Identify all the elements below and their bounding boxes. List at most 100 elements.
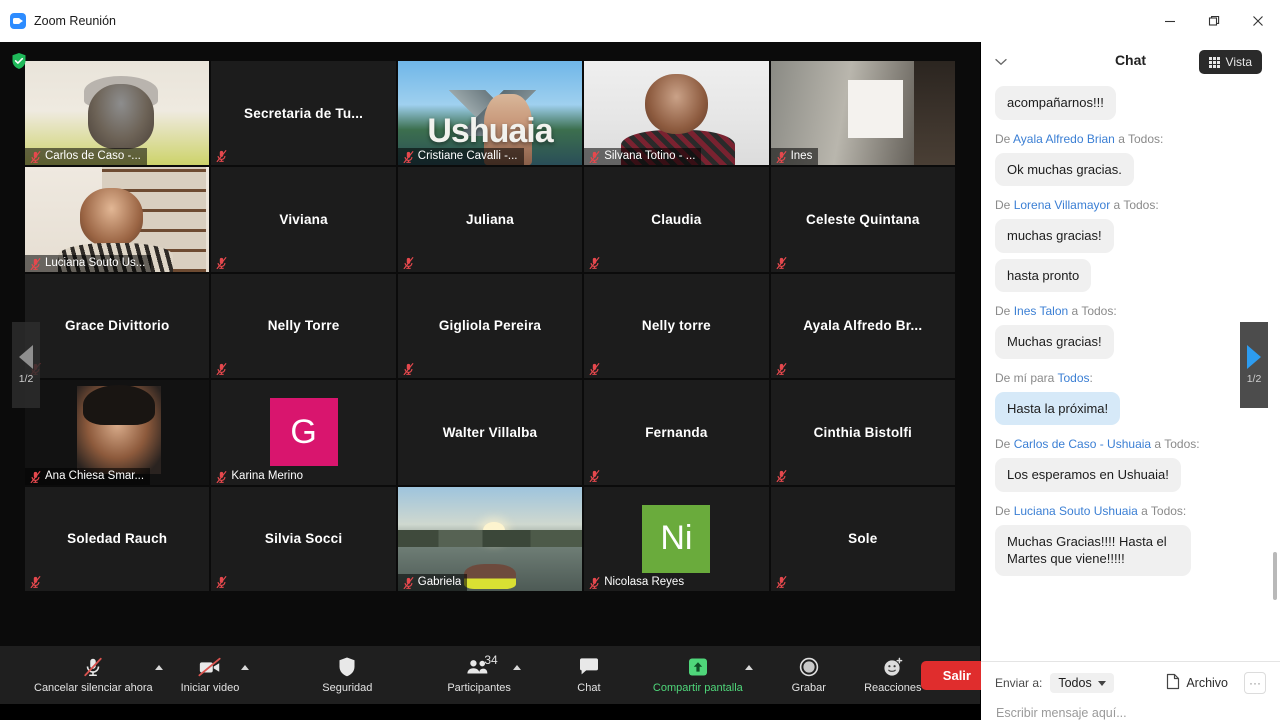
chevron-down-icon[interactable] — [995, 53, 1007, 71]
microphone-muted-icon — [403, 150, 414, 162]
participant-name: Nelly Torre — [262, 318, 346, 333]
microphone-muted-icon — [216, 149, 227, 161]
chat-messages[interactable]: acompañarnos!!!De Ayala Alfredo Brian a … — [981, 78, 1280, 661]
file-icon — [1166, 673, 1180, 693]
chat-message-bubble: Muchas Gracias!!!! Hasta el Martes que v… — [995, 525, 1191, 576]
participant-name: Silvana Totino - ... — [604, 150, 695, 162]
participant-name-bar: Karina Merino — [211, 468, 309, 485]
participant-tile[interactable]: Nelly Torre — [211, 274, 395, 378]
participant-tile[interactable]: Gabriela — [398, 487, 582, 591]
chat-button[interactable]: Chat — [561, 646, 617, 704]
ellipsis-icon[interactable]: ··· — [1244, 672, 1266, 694]
security-button[interactable]: Seguridad — [319, 646, 375, 704]
participants-button[interactable]: 34 Participantes — [447, 646, 511, 704]
speech-bubble-icon — [578, 656, 600, 678]
participant-tile[interactable]: Ines — [771, 61, 955, 165]
send-to-row: Enviar a: Todos Archivo ··· — [995, 672, 1266, 694]
chat-input[interactable]: Escribir mensaje aquí... — [995, 694, 1266, 720]
start-video-label: Iniciar video — [181, 682, 240, 694]
participant-name: Nicolasa Reyes — [604, 576, 684, 588]
previous-page-button[interactable]: 1/2 — [12, 322, 40, 408]
participant-tile[interactable]: Soledad Rauch — [25, 487, 209, 591]
participant-name-bar: Gabriela — [398, 574, 467, 591]
view-button[interactable]: Vista — [1199, 50, 1262, 74]
chat-message-bubble: Ok muchas gracias. — [995, 153, 1134, 187]
next-page-button[interactable]: 1/2 — [1240, 322, 1268, 408]
microphone-muted-icon — [403, 256, 414, 268]
window-title: Zoom Reunión — [34, 14, 116, 28]
window-titlebar: Zoom Reunión — [0, 0, 1280, 42]
participant-tile[interactable]: Claudia — [584, 167, 768, 271]
participant-tile[interactable]: Celeste Quintana — [771, 167, 955, 271]
shield-check-icon[interactable] — [11, 52, 27, 70]
participant-name: Fernanda — [639, 425, 713, 440]
participant-name: Cristiane Cavalli -... — [418, 150, 518, 162]
participant-name-bar: Nicolasa Reyes — [584, 574, 690, 591]
share-options-chevron-icon[interactable] — [745, 665, 753, 670]
participant-tile[interactable]: GKarina Merino — [211, 380, 395, 484]
minimize-icon[interactable] — [1148, 0, 1192, 42]
participant-name: Karina Merino — [231, 470, 303, 482]
microphone-muted-icon — [82, 656, 104, 678]
chat-panel: Chat acompañarnos!!!De Ayala Alfredo Bri… — [981, 42, 1280, 720]
security-label: Seguridad — [322, 682, 372, 694]
participant-name: Gigliola Pereira — [433, 318, 547, 333]
participant-tile[interactable]: UshuaiaCristiane Cavalli -... — [398, 61, 582, 165]
participant-tile[interactable]: Walter Villalba — [398, 380, 582, 484]
participant-tile[interactable]: Juliana — [398, 167, 582, 271]
share-screen-icon — [687, 656, 709, 678]
microphone-muted-icon — [776, 256, 787, 268]
chevron-down-icon — [1098, 681, 1106, 686]
microphone-muted-icon — [216, 470, 227, 482]
microphone-muted-icon — [776, 150, 787, 162]
participant-name: Nelly torre — [636, 318, 717, 333]
participant-tile[interactable]: Secretaria de Tu... — [211, 61, 395, 165]
participant-tile[interactable]: Cinthia Bistolfi — [771, 380, 955, 484]
participant-tile[interactable]: Grace Divittorio — [25, 274, 209, 378]
participant-tile[interactable]: Viviana — [211, 167, 395, 271]
participant-name: Luciana Souto Us... — [45, 257, 145, 269]
participant-tile[interactable]: Gigliola Pereira — [398, 274, 582, 378]
participant-tile[interactable]: Fernanda — [584, 380, 768, 484]
send-to-select[interactable]: Todos — [1050, 673, 1113, 693]
participant-tile[interactable]: Carlos de Caso -... — [25, 61, 209, 165]
chat-message-bubble: Los esperamos en Ushuaia! — [995, 458, 1181, 492]
participant-name: Soledad Rauch — [61, 531, 173, 546]
participant-tile[interactable]: Silvana Totino - ... — [584, 61, 768, 165]
mute-button[interactable]: Cancelar silenciar ahora — [34, 646, 153, 704]
video-options-chevron-icon[interactable] — [241, 665, 249, 670]
reactions-button[interactable]: Reacciones — [865, 646, 921, 704]
page-indicator-left: 1/2 — [19, 373, 34, 385]
share-screen-button[interactable]: Compartir pantalla — [653, 646, 743, 704]
participant-name-bar: Luciana Souto Us... — [25, 255, 151, 272]
participant-tile[interactable]: Silvia Socci — [211, 487, 395, 591]
camera-off-icon — [198, 656, 222, 678]
mute-button-label: Cancelar silenciar ahora — [34, 682, 153, 694]
send-to-label: Enviar a: — [995, 676, 1042, 690]
start-video-button[interactable]: Iniciar video — [181, 646, 240, 704]
microphone-muted-icon — [403, 576, 414, 588]
chat-sender-name: Lorena Villamayor — [1014, 198, 1111, 212]
triangle-right-icon — [1247, 345, 1261, 369]
participant-tile[interactable]: Ayala Alfredo Br... — [771, 274, 955, 378]
restore-icon[interactable] — [1192, 0, 1236, 42]
file-button[interactable]: Archivo — [1166, 673, 1228, 693]
chat-scrollbar[interactable] — [1273, 552, 1277, 600]
chat-message-sender: De Ayala Alfredo Brian a Todos: — [995, 132, 1266, 147]
participants-options-chevron-icon[interactable] — [513, 665, 521, 670]
view-button-label: Vista — [1226, 55, 1252, 69]
shield-icon — [337, 656, 357, 678]
participant-tile[interactable]: Ana Chiesa Smar... — [25, 380, 209, 484]
participant-tile[interactable]: Sole — [771, 487, 955, 591]
participant-tile[interactable]: Nelly torre — [584, 274, 768, 378]
participant-name: Celeste Quintana — [800, 212, 925, 227]
participant-tile[interactable]: Luciana Souto Us... — [25, 167, 209, 271]
microphone-muted-icon — [216, 575, 227, 587]
participant-name: Claudia — [645, 212, 707, 227]
close-icon[interactable] — [1236, 0, 1280, 42]
record-button[interactable]: Grabar — [781, 646, 837, 704]
participant-name: Sole — [842, 531, 883, 546]
titlebar-left: Zoom Reunión — [0, 13, 1148, 29]
mic-options-chevron-icon[interactable] — [155, 665, 163, 670]
participant-tile[interactable]: NiNicolasa Reyes — [584, 487, 768, 591]
